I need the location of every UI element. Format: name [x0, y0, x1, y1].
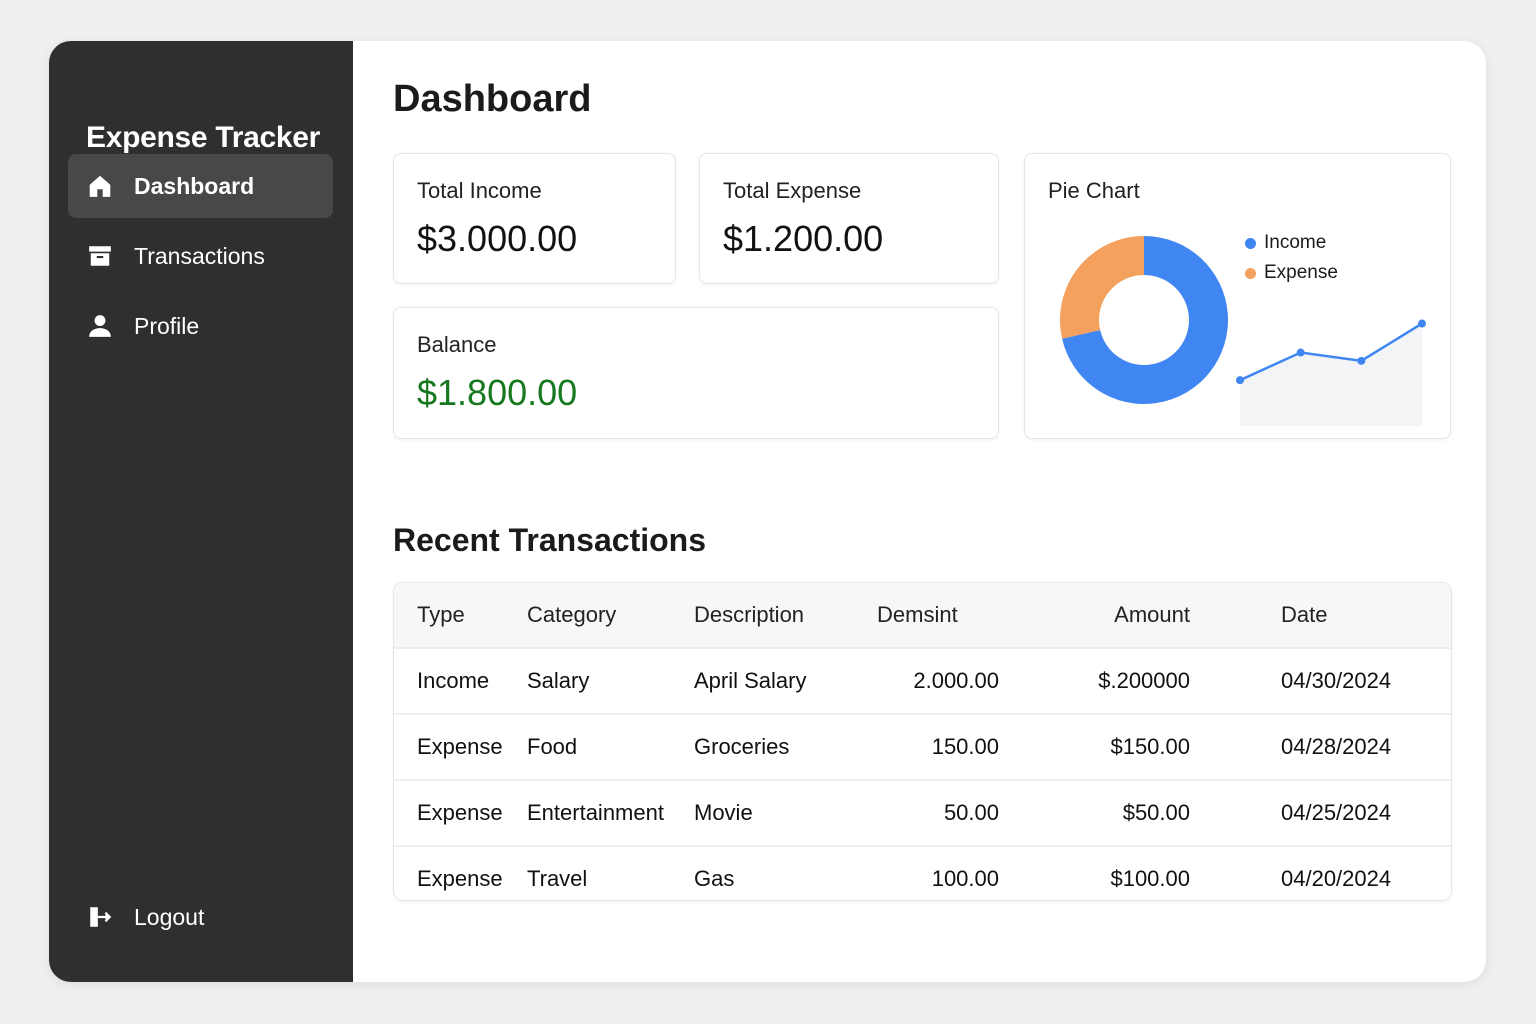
line-point	[1418, 319, 1426, 328]
table-header-row: Type Category Description Demsint Amount…	[394, 583, 1451, 649]
cell-category: Entertainment	[526, 780, 693, 847]
cell-demsint: 150.00	[876, 714, 999, 781]
balance-label: Balance	[417, 332, 497, 357]
total-expense-value: $1.200.00	[723, 218, 884, 259]
cell-demsint: 50.00	[876, 780, 999, 847]
transactions-table: Type Category Description Demsint Amount…	[393, 582, 1452, 901]
header-demsint: Demsint	[876, 583, 999, 649]
donut-chart	[1060, 236, 1228, 404]
balance-value: $1.800.00	[417, 372, 578, 413]
logout-label: Logout	[134, 903, 205, 930]
cell-date: 04/30/2024	[1191, 648, 1451, 715]
cell-description: Groceries	[693, 714, 876, 781]
main-content: Dashboard Total Income $3.000.00 Total E…	[353, 41, 1486, 982]
header-category: Category	[526, 583, 693, 649]
total-expense-label: Total Expense	[723, 178, 862, 203]
line-point	[1236, 376, 1244, 385]
legend-item-expense: Expense	[1245, 258, 1338, 288]
app-title: Expense Tracker	[86, 121, 320, 154]
chart-legend: Income Expense	[1245, 228, 1338, 288]
cell-date: 04/20/2024	[1281, 866, 1392, 891]
user-icon	[87, 313, 113, 339]
balance-card: Balance $1.800.00	[393, 307, 999, 439]
total-income-label: Total Income	[417, 178, 542, 203]
cell-category: Salary	[526, 648, 693, 715]
cell-description: Movie	[693, 780, 876, 847]
pie-slice-expense	[1060, 236, 1144, 339]
pie-chart-card: Pie Chart Income Expense	[1024, 153, 1451, 439]
table-row[interactable]: Income Salary April Salary 2.000.00 $.20…	[394, 648, 1451, 715]
legend-item-income: Income	[1245, 228, 1338, 258]
sidebar-item-transactions[interactable]: Transactions	[68, 224, 333, 288]
cell-amount: $50.00	[999, 780, 1191, 847]
sidebar-item-dashboard[interactable]: Dashboard	[68, 154, 333, 218]
cell-amount: $100.00	[1110, 866, 1190, 891]
archive-icon	[87, 243, 113, 269]
header-type: Type	[394, 583, 526, 649]
legend-label: Expense	[1264, 262, 1338, 283]
sidebar: Expense Tracker Dashboard Transactions P…	[49, 41, 353, 982]
cell-demsint: 2.000.00	[876, 648, 999, 715]
cell-amount: $150.00	[999, 714, 1191, 781]
cell-type: Expense	[417, 866, 503, 891]
line-point	[1296, 348, 1305, 357]
cell-demsint: 100.00	[931, 866, 999, 891]
pie-chart-title: Pie Chart	[1048, 178, 1140, 203]
sidebar-item-profile[interactable]: Profile	[68, 294, 333, 358]
logout-icon	[87, 904, 113, 930]
logout-button[interactable]: Logout	[68, 885, 204, 949]
table-row[interactable]: Expense Entertainment Movie 50.00 $50.00…	[394, 780, 1451, 847]
sidebar-item-label: Dashboard	[134, 172, 255, 199]
table-row[interactable]: Expense Food Groceries 150.00 $150.00 04…	[394, 714, 1451, 781]
total-income-card: Total Income $3.000.00	[393, 153, 676, 284]
home-icon	[87, 173, 113, 199]
sidebar-item-label: Transactions	[134, 242, 265, 269]
cell-amount: $.200000	[999, 648, 1191, 715]
cell-date: 04/28/2024	[1191, 714, 1451, 781]
expense-dot-icon	[1245, 267, 1256, 279]
cell-description: April Salary	[693, 648, 876, 715]
header-amount: Amount	[999, 583, 1191, 649]
cell-category: Travel	[527, 866, 588, 891]
sidebar-item-label: Profile	[134, 312, 200, 339]
page-title: Dashboard	[393, 78, 592, 120]
cell-type: Expense	[394, 780, 526, 847]
header-description: Description	[693, 583, 876, 649]
line-chart	[1236, 319, 1426, 426]
recent-transactions-title: Recent Transactions	[393, 522, 706, 558]
cell-description: Gas	[694, 866, 735, 891]
cell-type: Expense	[394, 714, 526, 781]
cell-date: 04/25/2024	[1191, 780, 1451, 847]
total-income-value: $3.000.00	[417, 218, 578, 259]
legend-label: Income	[1264, 232, 1327, 253]
income-dot-icon	[1245, 237, 1256, 249]
app-window: Expense Tracker Dashboard Transactions P…	[49, 41, 1486, 982]
total-expense-card: Total Expense $1.200.00	[699, 153, 999, 284]
cell-type: Income	[394, 648, 526, 715]
cell-category: Food	[526, 714, 693, 781]
table-row[interactable]: Expense Travel Gas 100.00 $100.00 04/20/…	[394, 846, 1451, 900]
header-date: Date	[1191, 583, 1451, 649]
line-point	[1357, 356, 1366, 365]
